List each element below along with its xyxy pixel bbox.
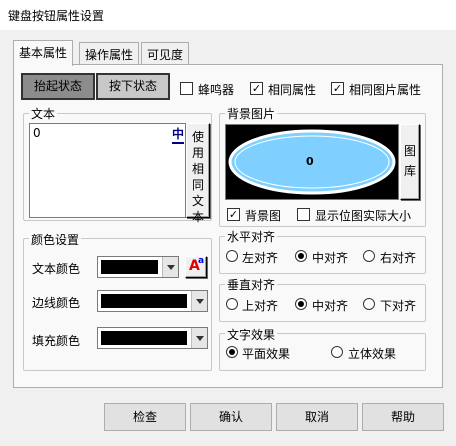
ok-button[interactable]: 确认: [190, 403, 272, 431]
state-down-button[interactable]: 按下状态: [96, 73, 170, 100]
v-align-bottom-radio[interactable]: [363, 298, 375, 310]
ime-indicator-icon: 中: [171, 125, 184, 144]
same-attr-checkbox[interactable]: ✓: [250, 82, 263, 95]
h-align-left-radio[interactable]: [226, 250, 238, 262]
tab-visibility[interactable]: 可见度: [141, 42, 190, 64]
title-bar: 键盘按钮属性设置: [0, 0, 456, 30]
h-align-center-label: 中对齐: [312, 251, 349, 265]
check-button[interactable]: 检查: [104, 403, 186, 431]
help-button[interactable]: 帮助: [362, 403, 444, 431]
border-color-label: 边线颜色: [32, 296, 81, 310]
fill-color-swatch: [101, 331, 187, 345]
horizontal-align-title: 水平对齐: [225, 228, 278, 245]
font-button[interactable]: A a: [185, 256, 207, 278]
same-image-attr-checkbox[interactable]: ✓: [331, 82, 344, 95]
effect-flat-radio[interactable]: [226, 346, 238, 358]
chevron-down-icon[interactable]: [162, 257, 178, 277]
tab-basic[interactable]: 基本属性: [13, 40, 74, 66]
fill-color-combo[interactable]: [97, 327, 208, 349]
state-up-button[interactable]: 抬起状态: [21, 73, 95, 100]
v-align-center-label: 中对齐: [312, 299, 349, 313]
preview-text: 0: [306, 155, 314, 168]
h-align-left-label: 左对齐: [242, 251, 279, 265]
same-attr-label: 相同属性: [268, 83, 317, 97]
font-icon-superscript: a: [198, 256, 205, 266]
h-align-right-radio[interactable]: [363, 250, 375, 262]
v-align-top-radio[interactable]: [226, 298, 238, 310]
fill-color-label: 填充颜色: [32, 334, 81, 348]
effect-3d-radio[interactable]: [331, 346, 343, 358]
cancel-button[interactable]: 取消: [276, 403, 358, 431]
tab-operation[interactable]: 操作属性: [79, 42, 140, 64]
chevron-down-icon[interactable]: [191, 291, 207, 311]
use-same-text-button[interactable]: 使用相同文本: [186, 123, 210, 224]
background-image-group-title: 背景图片: [225, 105, 278, 122]
chevron-down-icon[interactable]: [191, 328, 207, 348]
use-same-text-label: 使用相同文本: [192, 130, 205, 224]
v-align-bottom-label: 下对齐: [380, 299, 417, 313]
h-align-center-radio[interactable]: [295, 250, 307, 262]
text-group-title: 文本: [29, 105, 58, 122]
window-title: 键盘按钮属性设置: [8, 9, 105, 23]
actual-size-label: 显示位图实际大小: [315, 209, 412, 223]
same-image-attr-label: 相同图片属性: [349, 83, 422, 97]
color-group-title: 颜色设置: [29, 231, 82, 248]
text-color-swatch: [101, 260, 158, 274]
image-library-label: 图库: [404, 144, 417, 178]
v-align-center-radio[interactable]: [295, 298, 307, 310]
v-align-top-label: 上对齐: [242, 299, 279, 313]
h-align-right-label: 右对齐: [380, 251, 417, 265]
buzzer-label: 蜂鸣器: [198, 83, 235, 97]
background-image-checkbox[interactable]: ✓: [227, 208, 240, 221]
background-image-label: 背景图: [245, 209, 282, 223]
border-color-combo[interactable]: [97, 290, 208, 312]
text-input-value: 0: [33, 126, 41, 140]
effect-flat-label: 平面效果: [242, 347, 291, 361]
text-color-combo[interactable]: [97, 256, 179, 278]
buzzer-checkbox[interactable]: [180, 82, 193, 95]
text-effect-title: 文字效果: [225, 326, 278, 343]
vertical-align-title: 垂直对齐: [225, 276, 278, 293]
image-library-button[interactable]: 图库: [400, 124, 420, 200]
text-input[interactable]: 0 中: [29, 123, 186, 218]
dialog-window: 键盘按钮属性设置 基本属性 操作属性 可见度 抬起状态 按下状态 蜂鸣器 ✓ 相…: [0, 0, 456, 446]
actual-size-checkbox[interactable]: [297, 208, 310, 221]
border-color-swatch: [101, 294, 187, 308]
effect-3d-label: 立体效果: [348, 347, 397, 361]
text-color-label: 文本颜色: [32, 262, 81, 276]
background-preview: 0: [225, 124, 399, 200]
